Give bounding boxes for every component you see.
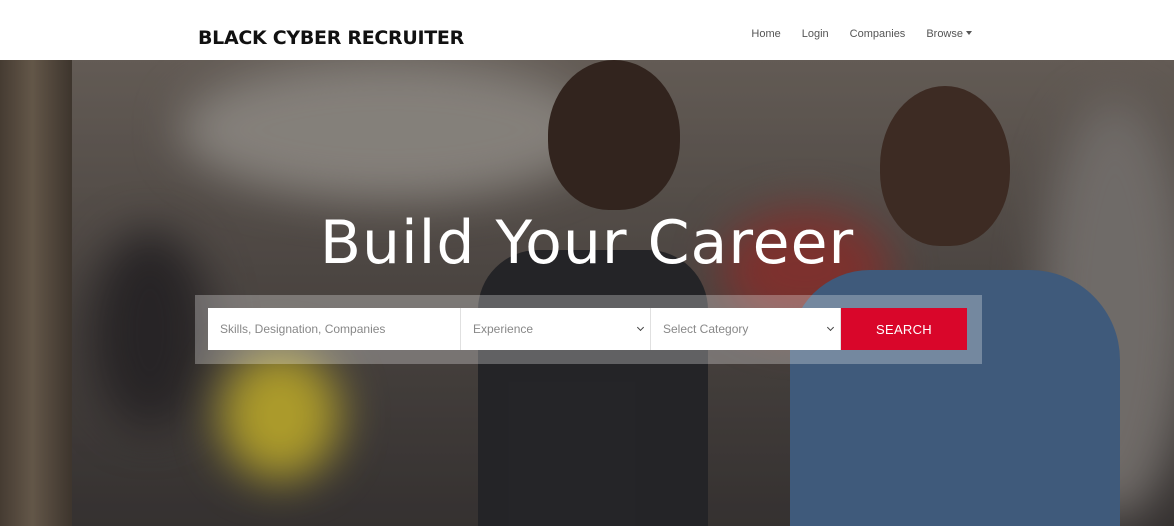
category-select-value: Select Category (663, 322, 749, 336)
nav-home-link[interactable]: Home (751, 28, 780, 40)
nav-companies-link[interactable]: Companies (850, 28, 906, 40)
caret-down-icon (966, 31, 972, 35)
hero-banner: Build Your Career Skills, Designation, C… (0, 60, 1174, 526)
experience-select[interactable]: Experience (461, 308, 651, 350)
chevron-down-icon (636, 323, 645, 332)
job-search-form: Skills, Designation, Companies Experienc… (208, 308, 967, 350)
experience-select-value: Experience (473, 322, 534, 336)
category-select[interactable]: Select Category (651, 308, 841, 350)
nav-browse-dropdown[interactable]: Browse (926, 28, 972, 40)
hero-headline: Build Your Career (319, 208, 855, 278)
skills-search-placeholder: Skills, Designation, Companies (220, 322, 386, 336)
nav-login-link[interactable]: Login (802, 28, 829, 40)
hero-overlay (0, 60, 1174, 526)
top-navbar: BLACK CYBER RECRUITER Home Login Compani… (0, 0, 1174, 60)
nav-browse-label: Browse (926, 28, 963, 40)
search-button[interactable]: SEARCH (841, 308, 967, 350)
brand-logo[interactable]: BLACK CYBER RECRUITER (198, 27, 464, 49)
skills-search-input[interactable]: Skills, Designation, Companies (208, 308, 461, 350)
chevron-down-icon (826, 323, 835, 332)
nav-links: Home Login Companies Browse (751, 28, 972, 40)
job-search-panel: Skills, Designation, Companies Experienc… (195, 295, 982, 364)
